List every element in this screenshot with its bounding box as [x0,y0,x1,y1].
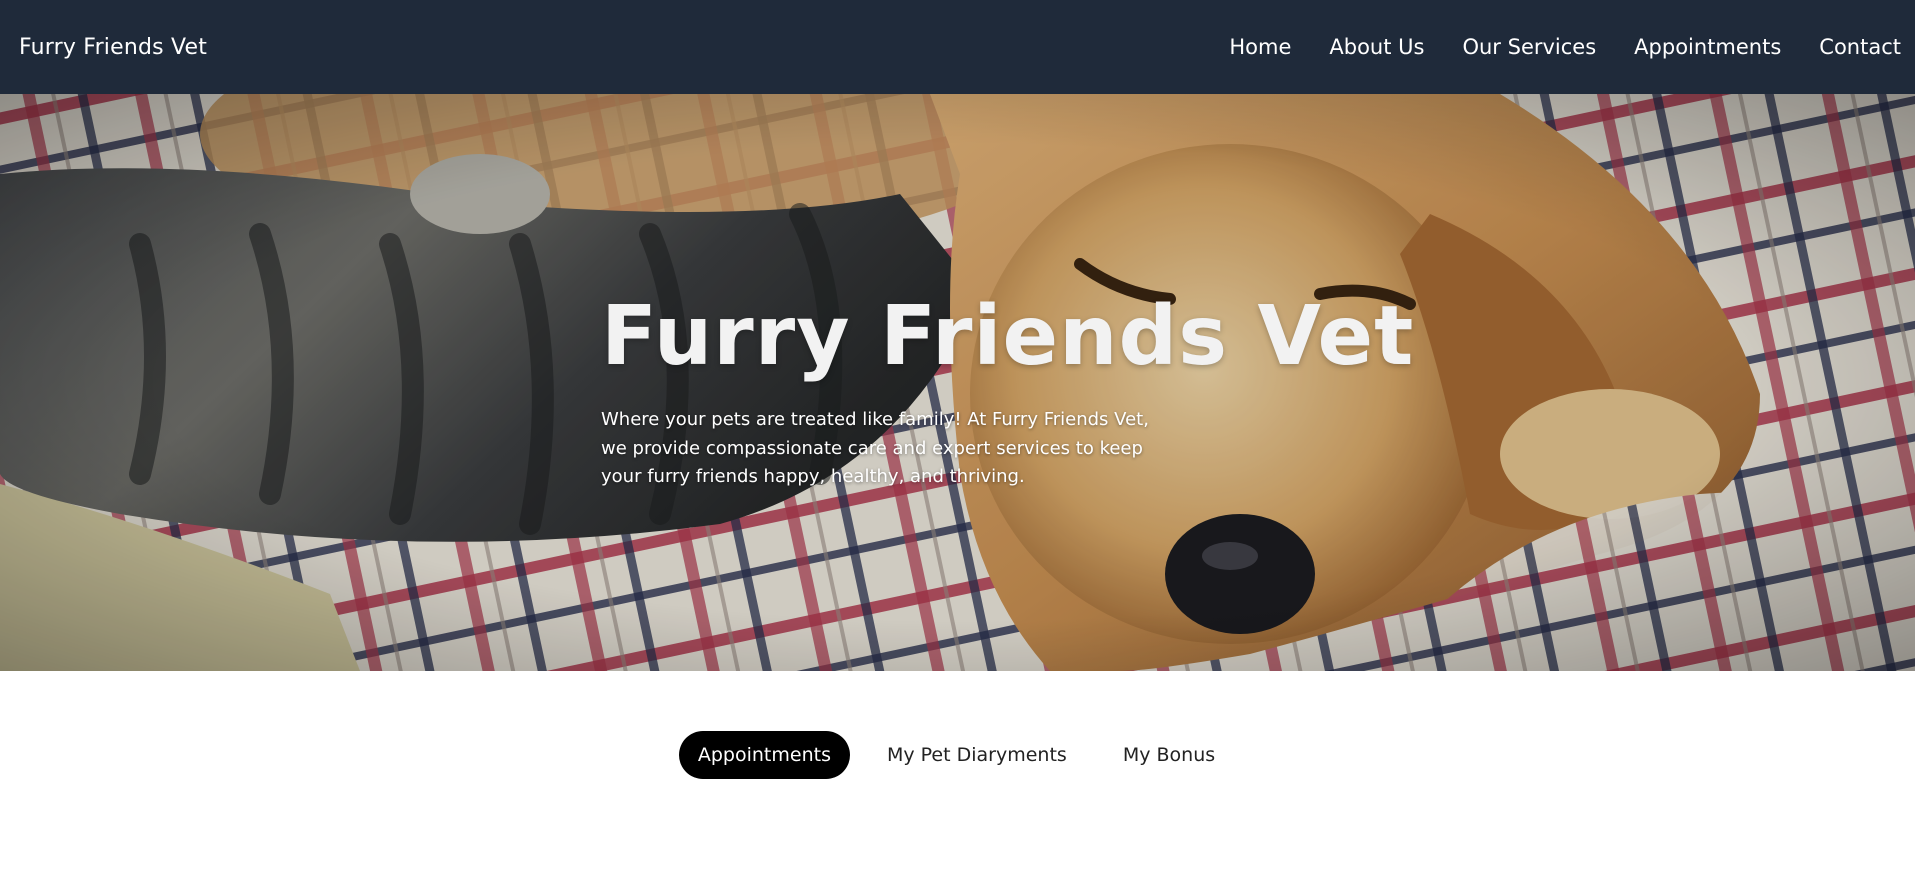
nav-our-services[interactable]: Our Services [1462,35,1596,59]
site-header: Furry Friends Vet Home About Us Our Serv… [0,0,1915,94]
hero-description: Where your pets are treated like family!… [601,409,1149,487]
tab-my-pet-diaryments[interactable]: My Pet Diaryments [868,731,1086,779]
nav-contact[interactable]: Contact [1819,35,1901,59]
hero-title: Furry Friends Vet [601,289,1415,384]
nav-home[interactable]: Home [1229,35,1291,59]
tab-my-bonus[interactable]: My Bonus [1104,731,1234,779]
hero-content: Furry Friends Vet Where your pets are tr… [601,289,1415,492]
nav-appointments[interactable]: Appointments [1634,35,1781,59]
hero-section: Furry Friends Vet Where your pets are tr… [0,94,1915,671]
main-nav: Home About Us Our Services Appointments … [1229,35,1901,59]
account-tabs: Appointments My Pet Diaryments My Bonus [0,731,1915,779]
nav-about-us[interactable]: About Us [1329,35,1424,59]
brand-logo-link[interactable]: Furry Friends Vet [19,35,207,60]
tab-appointments[interactable]: Appointments [678,731,850,779]
